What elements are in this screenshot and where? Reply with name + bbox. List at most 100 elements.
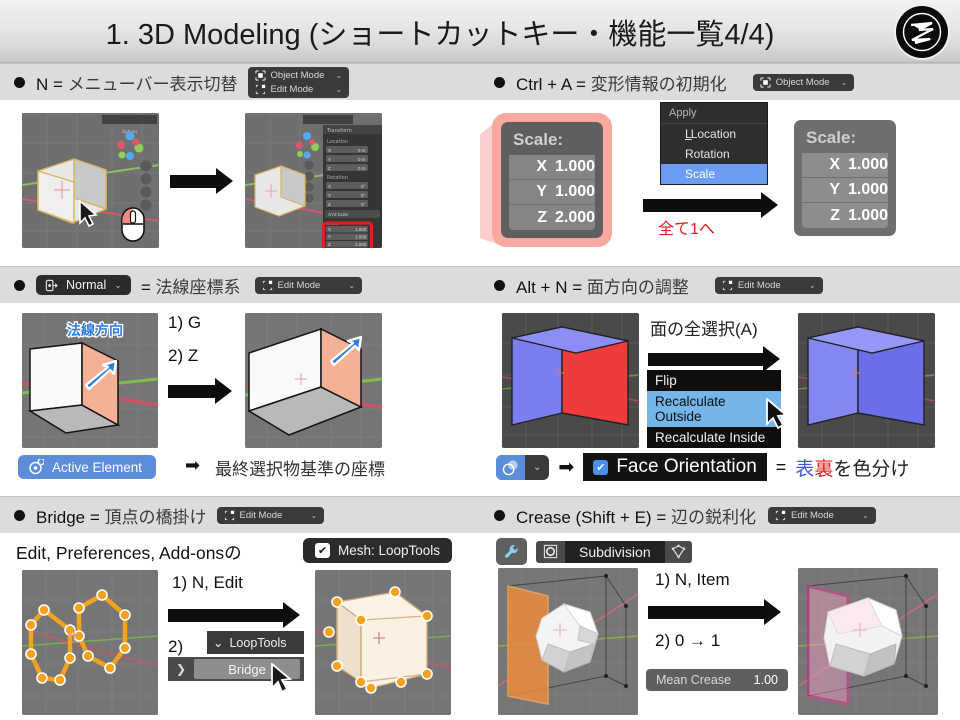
mode-badge-group-1[interactable]: Object Mode ⌄ Edit Mode ⌄: [247, 66, 350, 98]
overlay-icon[interactable]: [496, 454, 525, 480]
svg-text:X: X: [328, 184, 331, 189]
apply-menu-item-scale[interactable]: Scale: [661, 164, 767, 184]
mode-badge-group-6[interactable]: Edit Mode ⌄: [767, 506, 876, 524]
footer-equals: =: [775, 456, 787, 477]
scale-row-y[interactable]: Y 1.000: [509, 180, 596, 205]
mode-row-edit[interactable]: Edit Mode ⌄: [220, 509, 322, 522]
mode-row-edit[interactable]: Edit Mode ⌄: [258, 279, 360, 292]
axis-value-z: 1.000: [848, 206, 889, 224]
scale-title: Scale:: [513, 130, 564, 149]
legend-front: 表: [795, 458, 815, 480]
brand-logo: [896, 6, 948, 58]
looptools-panel-header[interactable]: ⌄ LoopTools: [207, 631, 304, 654]
chevron-right-icon[interactable]: ❯: [168, 662, 194, 676]
active-element-label: Active Element: [52, 459, 143, 475]
active-element-note: 最終選択物基準の座標: [215, 460, 385, 479]
mode-badge-group-2[interactable]: Object Mode ⌄: [752, 73, 855, 91]
arrow-normal-transition: [168, 378, 232, 404]
scale-row-z[interactable]: Z 2.000: [509, 205, 596, 230]
section-title-n: N = メニューバー表示切替: [36, 70, 238, 95]
viewport-bridge-before-render: [22, 570, 158, 715]
wrench-glyph: [505, 544, 518, 558]
svg-text:Y: Y: [328, 235, 331, 240]
mode-label-edit: Edit Mode: [790, 509, 834, 521]
panel-bridge: Edit, Preferences, Add-onsの ✔ Mesh: Loop…: [0, 533, 480, 720]
mode-row-object[interactable]: Object Mode ⌄: [756, 76, 852, 89]
label: Recalculate Inside: [655, 430, 766, 445]
modifier-name: Subdivision: [565, 540, 665, 563]
mode-label-object: Object Mode: [775, 76, 830, 88]
bullet-icon: [14, 279, 25, 291]
crease-step-2: 2) 0 → 1: [655, 631, 721, 650]
normals-menu-item-recalc-inside[interactable]: Recalculate Inside: [647, 427, 781, 448]
section-title-normal: = 法線座標系: [141, 273, 241, 298]
normal-orientation-icon: [45, 279, 58, 291]
section-title-ctrl-a: Ctrl + A = 変形情報の初期化: [516, 70, 727, 95]
mode-row-edit[interactable]: Edit Mode ⌄: [718, 279, 820, 292]
select-all-faces-label: 面の全選択(A): [650, 320, 758, 339]
panel-normal-orientation: 法線方向 1) G 2) Z Active Element ➡ 最終選択物基準の…: [0, 303, 480, 495]
chevron-down-icon: ⌄: [348, 280, 356, 290]
preferences-path: Edit, Preferences, Add-onsの: [16, 543, 242, 563]
viewport-bridge-after-render: [315, 570, 451, 715]
bridge-step-1: 1) N, Edit: [172, 573, 243, 592]
panel-ctrl-a: Scale: X 1.000 Y 1.000 Z 2.000 Apply LLo…: [480, 100, 960, 265]
label: Location: [690, 127, 737, 141]
face-orientation-toggle[interactable]: ✔ Face Orientation: [583, 453, 767, 481]
shortcut-key: Alt + N: [516, 277, 568, 297]
mouse-cursor-icon: [766, 398, 789, 430]
orientation-dropdown[interactable]: Normal ⌄: [36, 275, 131, 295]
scale-row-x[interactable]: X 1.000: [509, 155, 596, 180]
mesh-data-icon[interactable]: [665, 541, 692, 562]
overlay-circles-icon: [502, 459, 518, 475]
page-title: 1. 3D Modeling (ショートカットキー・機能一覧4/4): [105, 18, 775, 51]
mode-label-object: Object Mode: [270, 69, 325, 81]
edit-mode-icon: [722, 280, 733, 290]
svg-text:Z: Z: [328, 166, 331, 171]
scale-row-y[interactable]: Y 1.000: [802, 178, 889, 203]
chevron-down-icon[interactable]: ⌄: [525, 455, 549, 480]
active-element-icon: [29, 459, 44, 475]
equals-sign: =: [140, 277, 151, 297]
svg-text:0°: 0°: [361, 184, 366, 189]
section-title-alt-n: Alt + N = 面方向の調整: [516, 273, 689, 298]
section-header-alt-n: Alt + N = 面方向の調整 Edit Mode ⌄: [480, 266, 960, 303]
mode-label-edit: Edit Mode: [737, 279, 781, 291]
scale-row-z[interactable]: Z 1.000: [802, 203, 889, 228]
edit-mode-icon: [255, 84, 265, 94]
section-header-bridge: Bridge = 頂点の橋掛け Edit Mode ⌄: [0, 496, 480, 533]
viewport-faceorient-before-render: [502, 313, 639, 448]
svg-text:XYZ Euler: XYZ Euler: [328, 212, 349, 217]
active-element-pill[interactable]: Active Element: [18, 455, 157, 479]
svg-text:1.000: 1.000: [355, 235, 367, 240]
overlay-dropdown[interactable]: ⌄: [496, 454, 550, 480]
mode-label-edit: Edit Mode: [270, 83, 314, 95]
modifier-row: Subdivision: [496, 538, 692, 565]
mean-crease-field[interactable]: Mean Crease 1.00: [646, 669, 788, 691]
bullet-icon: [14, 509, 25, 521]
mode-badge-group-5[interactable]: Edit Mode ⌄: [216, 506, 325, 524]
mode-row-edit[interactable]: Edit Mode ⌄: [771, 509, 873, 522]
addon-badge[interactable]: ✔ Mesh: LoopTools: [303, 538, 453, 563]
mode-row-object[interactable]: Object Mode ⌄: [251, 69, 347, 82]
section-description: 法線座標系: [155, 277, 241, 297]
mode-badge-group-4[interactable]: Edit Mode ⌄: [714, 276, 823, 294]
normals-menu[interactable]: Flip Recalculate Outside Recalculate Ins…: [647, 370, 781, 448]
mode-badge-group-3[interactable]: Edit Mode ⌄: [254, 276, 363, 294]
normals-menu-item-recalc-outside[interactable]: Recalculate Outside: [647, 391, 781, 427]
modifier-visibility-icon[interactable]: [536, 541, 565, 562]
scale-row-x[interactable]: X 1.000: [802, 153, 889, 178]
equals-sign: =: [572, 277, 583, 297]
modifier-stack-item[interactable]: Subdivision: [536, 540, 692, 563]
shortcut-key: Ctrl + A: [516, 74, 572, 94]
normals-menu-item-flip[interactable]: Flip: [647, 370, 781, 391]
svg-text:0°: 0°: [361, 193, 366, 198]
apply-menu[interactable]: Apply LLocation Rotation Scale: [660, 102, 768, 185]
mode-row-edit[interactable]: Edit Mode ⌄: [251, 83, 347, 96]
apply-menu-item-location[interactable]: LLocation: [661, 124, 767, 144]
viewport-before-n-render: Options: [22, 113, 159, 248]
mean-crease-value: 1.00: [753, 673, 778, 687]
apply-menu-item-rotation[interactable]: Rotation: [661, 144, 767, 164]
arrow-bridge-transition: [168, 602, 300, 628]
wrench-icon[interactable]: [496, 538, 527, 565]
